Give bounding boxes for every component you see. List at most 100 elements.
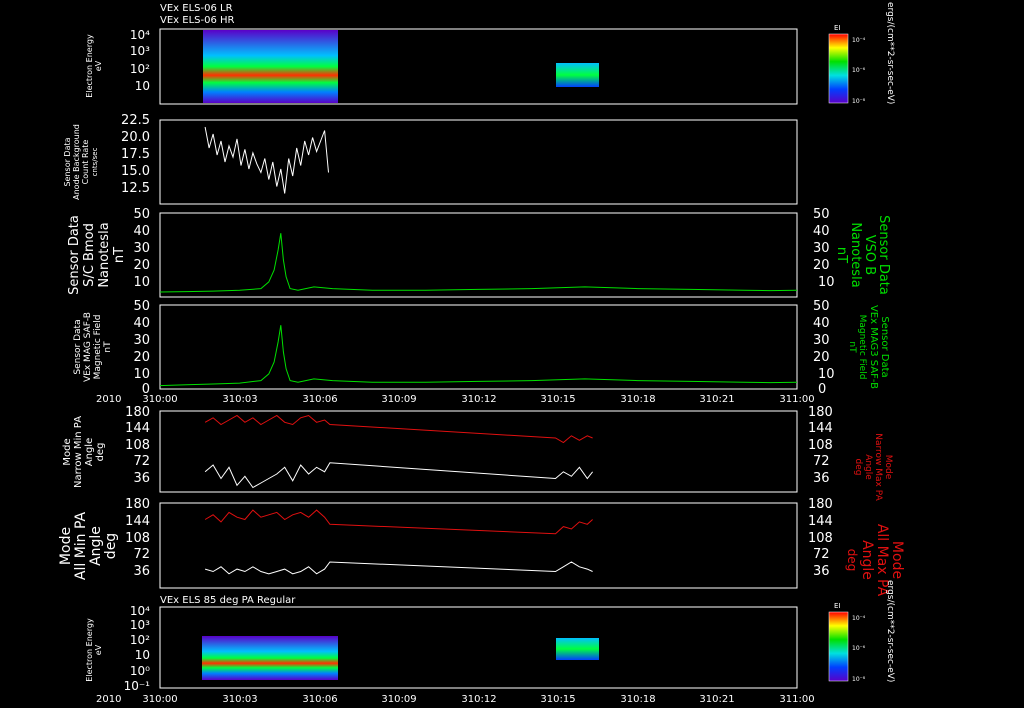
spectrogram-85-block-1	[202, 636, 338, 680]
p4-ytick-right: 40	[813, 316, 830, 331]
p5-ylabel: Angle	[84, 438, 95, 466]
p2-ytick: 22.5	[121, 113, 150, 128]
panel-mag-saf-b: Sensor Data VEx MAG SAF-B Magnetic Field…	[73, 299, 890, 397]
p6-ytick-right: 144	[808, 514, 833, 529]
p7-ytick: 10²	[130, 633, 150, 647]
colorbar-top-label: EI	[834, 24, 841, 32]
time-tick: 310:18	[620, 394, 655, 405]
panel-2-frame	[159, 119, 798, 205]
time-tick: 310:12	[461, 394, 496, 405]
p4-ylabel: Sensor Data	[73, 319, 83, 374]
p3-ytick-right: 50	[813, 207, 830, 222]
p5-ytick: 108	[125, 438, 150, 453]
p5-ylabel: Mode	[62, 438, 73, 465]
p6-ylabel: Angle	[88, 526, 104, 566]
header-title-lr: VEx ELS-06 LR	[160, 3, 233, 14]
p3-rlabel: nT	[834, 247, 849, 263]
p6-ytick: 72	[133, 547, 150, 562]
p6-rlabel: deg	[845, 549, 859, 572]
all-max-pa-line	[204, 509, 593, 535]
p5-ytick-right: 72	[813, 454, 830, 469]
p6-ytick-right: 36	[813, 564, 830, 579]
p6-rlabel: Angle	[859, 540, 875, 580]
panel-spectrogram-85deg: Electron Energy eV 10⁴ 10³ 10² 10 10⁰ 10…	[85, 604, 798, 693]
colorbar-bottom-tick: 10⁻⁴	[852, 615, 866, 622]
time-tick: 310:12	[461, 694, 496, 705]
p7-ytick: 10⁴	[130, 604, 150, 618]
time-tick: 310:15	[540, 394, 575, 405]
p4-rlabel: VEx MAG3 SAF-B	[868, 305, 879, 389]
p5-ytick-right: 144	[808, 421, 833, 436]
p6-ylabel: deg	[103, 533, 119, 559]
panel-6-frame	[159, 502, 798, 589]
colorbar-top-tick: 10⁻⁶	[852, 67, 866, 74]
p5-ylabel: deg	[95, 443, 106, 462]
time-tick: 310:06	[302, 694, 337, 705]
p3-ytick-right: 10	[818, 275, 835, 290]
p3-ylabel: S/C Bmod	[82, 223, 97, 287]
p4-ytick-right: 50	[813, 299, 830, 314]
electron-data-chart: VEx ELS-06 LR VEx ELS-06 HR Electron Ene…	[58, 2, 905, 705]
time-axis-middle: 2010 310:00 310:03 310:06 310:09 310:12 …	[96, 394, 815, 405]
p7-ytick: 10⁻¹	[124, 679, 151, 693]
spectrogram-block-1	[203, 30, 338, 103]
p3-ytick-right: 20	[813, 258, 830, 273]
p3-ytick-right: 30	[813, 241, 830, 256]
time-tick: 310:09	[381, 394, 416, 405]
p2-ylabel: cnts/sec	[91, 147, 99, 176]
p6-ytick-right: 180	[808, 497, 833, 512]
time-tick: 310:03	[222, 694, 257, 705]
p3-ytick: 50	[133, 207, 150, 222]
p1-ytick: 10	[135, 79, 150, 93]
p4-ylabel: Magnetic Field	[93, 315, 103, 380]
p1-ytick: 10²	[130, 62, 150, 76]
colorbar-top: EI 10⁻⁴ 10⁻⁶ 10⁻⁸ ergs/(cm**2-sr-sec-eV)	[828, 2, 895, 105]
time-tick: 310:09	[381, 694, 416, 705]
p6-ytick-right: 108	[808, 531, 833, 546]
time-tick: 310:03	[222, 394, 257, 405]
p6-ytick: 180	[125, 497, 150, 512]
p4-rlabel: Sensor Data	[879, 316, 890, 377]
p3-ytick: 40	[133, 224, 150, 239]
time-tick: 310:18	[620, 694, 655, 705]
spectrogram-85-block-2	[556, 638, 599, 660]
colorbar-bottom-tick: 10⁻⁶	[852, 645, 866, 652]
colorbar-bottom-tick: 10⁻⁸	[852, 676, 866, 683]
p4-ytick: 20	[133, 350, 150, 365]
p4-ylabel: nT	[103, 341, 113, 353]
year-label-middle: 2010	[96, 394, 121, 405]
p6-ytick: 108	[125, 531, 150, 546]
p3-rlabel: VSO B	[862, 235, 877, 275]
p4-rlabel: nT	[847, 341, 857, 353]
all-min-pa-line	[204, 561, 593, 575]
p6-rlabel: Mode	[889, 541, 905, 579]
time-tick: 310:00	[142, 394, 177, 405]
time-tick: 311:00	[779, 394, 814, 405]
p1-ytick: 10⁴	[130, 28, 150, 42]
p4-ytick: 30	[133, 333, 150, 348]
p4-ytick: 50	[133, 299, 150, 314]
p5-ytick: 144	[125, 421, 150, 436]
p7-ylabel: eV	[94, 644, 103, 655]
colorbar-bottom-unit: ergs/(cm**2-sr-sec-eV)	[885, 580, 895, 682]
p3-ylabel: Sensor Data	[67, 215, 82, 295]
p5-rlabel: deg	[853, 459, 863, 476]
p6-ytick: 144	[125, 514, 150, 529]
p6-ylabel: Mode	[58, 527, 74, 565]
p2-ylabel: Count Rate	[81, 140, 90, 185]
p4-ytick-right: 30	[813, 333, 830, 348]
p6-ytick: 36	[133, 564, 150, 579]
mag-series-line	[159, 325, 798, 387]
bmod-series-line	[159, 233, 798, 293]
p4-ytick: 40	[133, 316, 150, 331]
p4-ylabel: VEx MAG SAF-B	[83, 312, 93, 382]
p1-ylabel-2: eV	[94, 60, 103, 71]
p2-ytick: 12.5	[121, 181, 150, 196]
p5-ytick-right: 36	[813, 471, 830, 486]
p4-rlabel: Magnetic Field	[857, 315, 867, 380]
p5-ytick-right: 180	[808, 405, 833, 420]
narrow-max-pa-line	[204, 414, 593, 444]
p2-ytick: 20.0	[121, 130, 150, 145]
colorbar-top-unit: ergs/(cm**2-sr-sec-eV)	[885, 2, 895, 104]
time-tick: 311:00	[779, 694, 814, 705]
